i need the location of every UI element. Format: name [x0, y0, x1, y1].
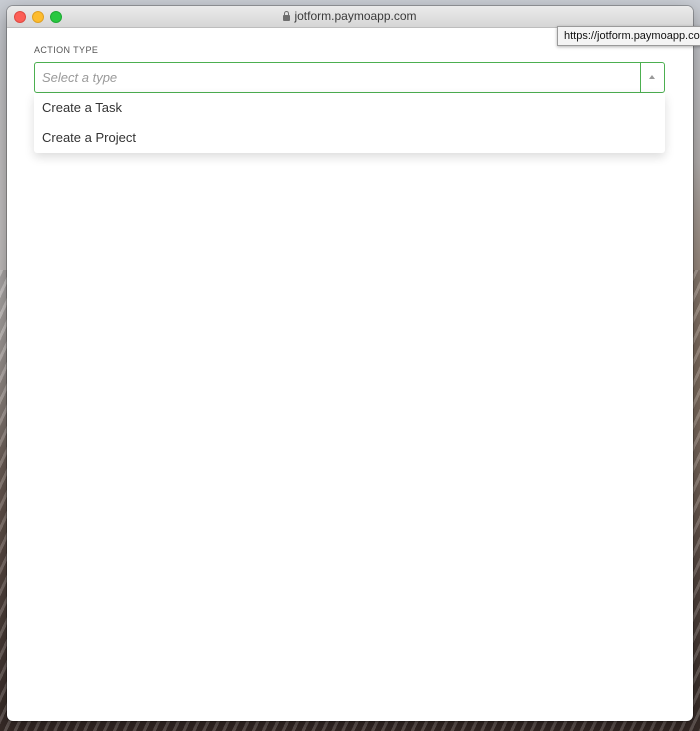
option-create-project[interactable]: Create a Project — [34, 123, 665, 153]
dropdown-toggle-button[interactable] — [640, 63, 664, 92]
action-type-label: ACTION TYPE — [34, 45, 99, 55]
browser-window: jotform.paymoapp.com ACTION TYPE Select … — [7, 6, 693, 721]
lock-icon — [283, 11, 291, 21]
window-title: jotform.paymoapp.com — [7, 9, 693, 24]
title-bar[interactable]: jotform.paymoapp.com — [7, 6, 693, 28]
url-tooltip: https://jotform.paymoapp.com — [557, 26, 700, 46]
caret-up-icon — [649, 75, 655, 79]
action-type-select[interactable]: Select a type — [34, 62, 665, 93]
action-type-dropdown: Create a Task Create a Project — [34, 93, 665, 153]
option-create-task[interactable]: Create a Task — [34, 93, 665, 123]
window-title-text: jotform.paymoapp.com — [294, 9, 417, 23]
select-placeholder: Select a type — [42, 70, 118, 85]
